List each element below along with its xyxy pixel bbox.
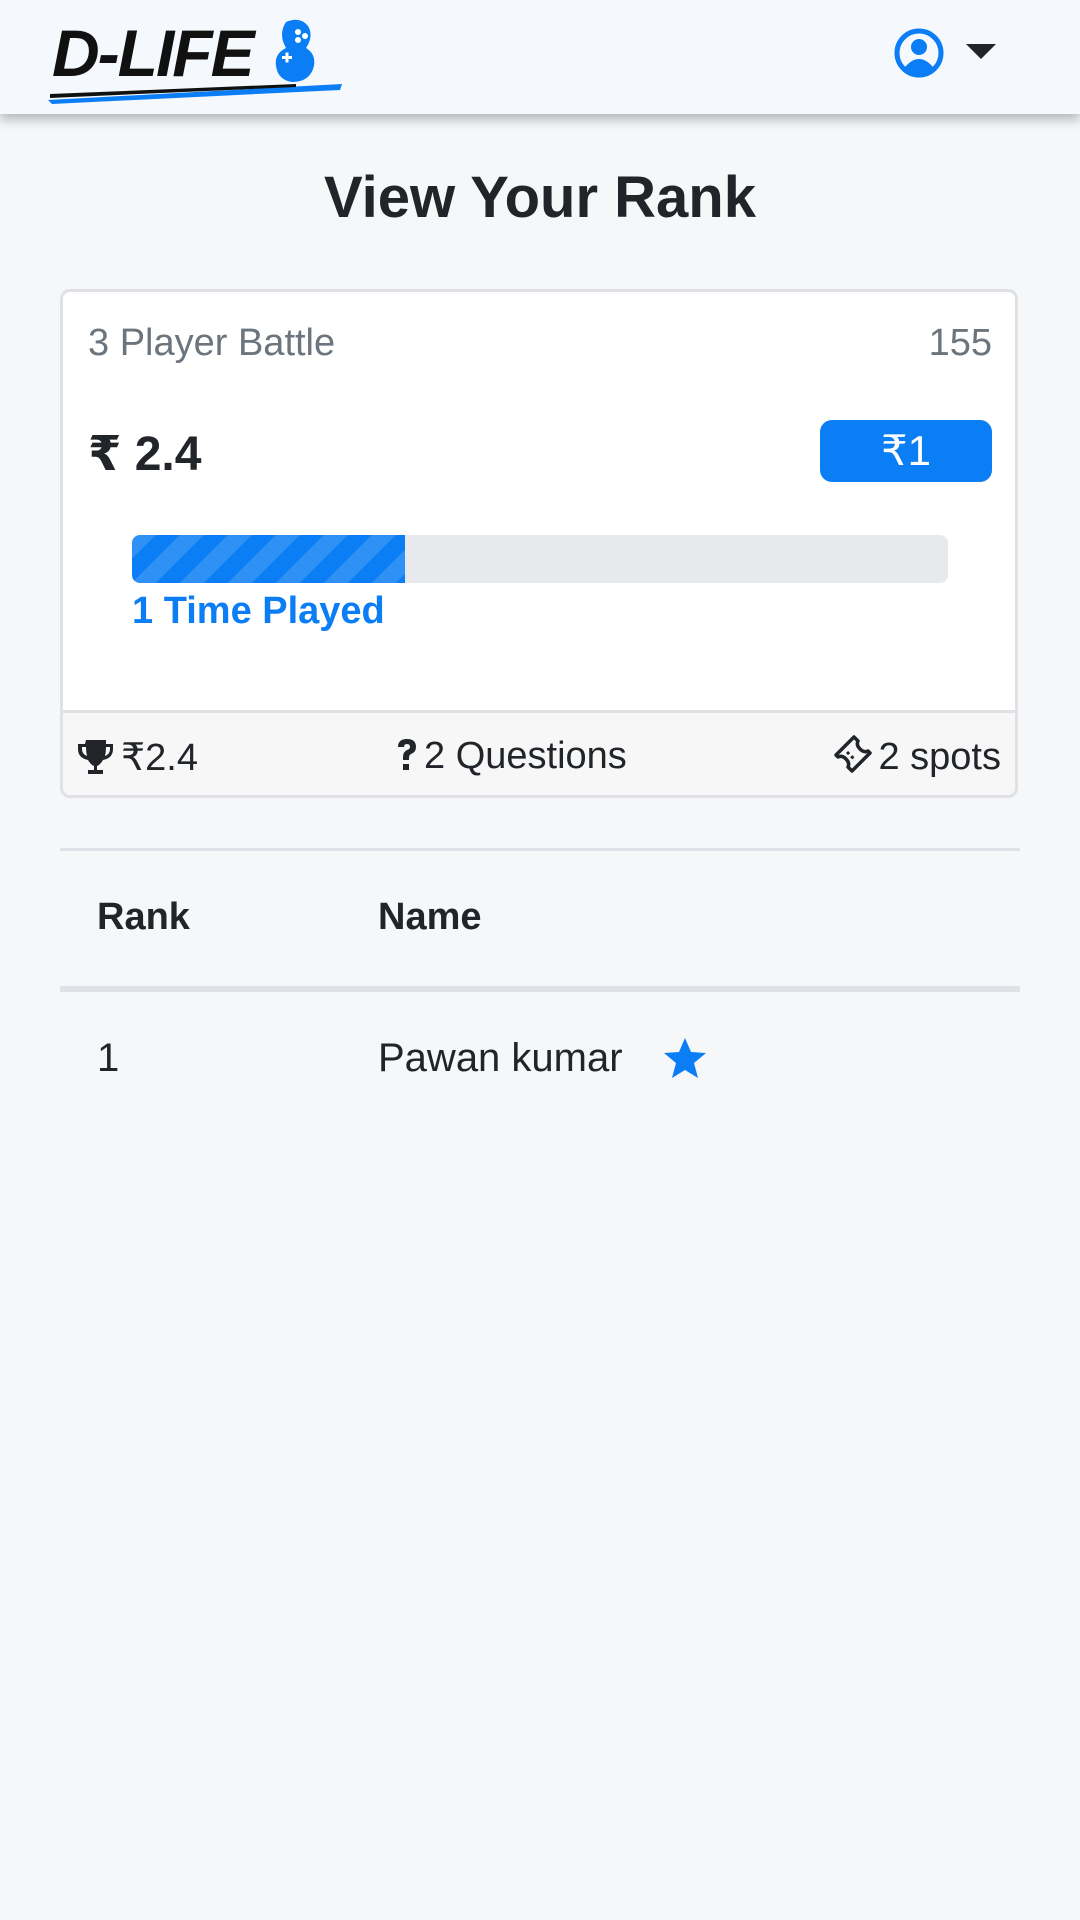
question-icon xyxy=(398,739,416,770)
d-life-logo[interactable]: D-LIFE xyxy=(46,14,346,104)
progress-bar-fill xyxy=(132,535,406,583)
contest-card: 3 Player Battle 155 ₹ 2.4 ₹1 1 Time Play… xyxy=(60,289,1018,798)
footer-questions: 2 Questions xyxy=(396,735,627,778)
prize-amount: ₹ 2.4 xyxy=(88,428,202,481)
logo-text: D-LIFE xyxy=(52,16,257,90)
progress-bar xyxy=(132,535,948,583)
footer-spots-value: 2 spots xyxy=(878,736,1001,778)
table-header-divider xyxy=(60,986,1020,992)
card-footer: ₹2.4 2 Questions 2 spots xyxy=(63,710,1015,795)
contest-count: 155 xyxy=(928,322,992,364)
top-navbar: D-LIFE xyxy=(0,0,1080,114)
user-menu-dropdown[interactable] xyxy=(890,28,1000,84)
column-header-name: Name xyxy=(378,896,482,938)
times-played-text: 1 Time Played xyxy=(132,590,385,632)
row-rank: 1 xyxy=(97,1036,120,1080)
column-header-rank: Rank xyxy=(97,896,190,938)
trophy-icon xyxy=(78,740,113,774)
ticket-icon xyxy=(834,735,873,773)
user-avatar-icon xyxy=(894,28,944,78)
contest-name: 3 Player Battle xyxy=(88,322,336,364)
row-name: Pawan kumar xyxy=(378,1036,623,1080)
star-icon xyxy=(664,1038,706,1078)
footer-spots: 2 spots xyxy=(834,735,1001,779)
page-title: View Your Rank xyxy=(324,165,756,230)
footer-prize: ₹2.4 xyxy=(77,735,198,780)
table-divider xyxy=(60,848,1020,851)
entry-fee-button[interactable]: ₹1 xyxy=(820,420,992,482)
chevron-down-icon xyxy=(966,44,996,59)
footer-prize-value: ₹2.4 xyxy=(121,737,199,779)
footer-questions-value: 2 Questions xyxy=(424,735,627,777)
